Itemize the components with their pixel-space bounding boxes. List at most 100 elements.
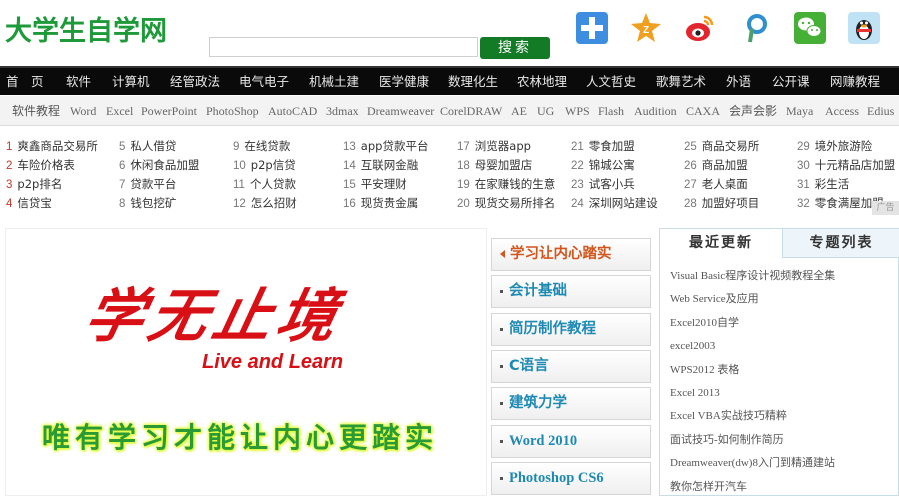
nav-item-languages[interactable]: 外语	[726, 68, 751, 95]
hot-link[interactable]: 4 信贷宝	[6, 194, 52, 213]
topic-menu-item[interactable]: 简历制作教程	[491, 313, 651, 346]
hot-link[interactable]: 16 现货贵金属	[343, 194, 418, 213]
hot-link[interactable]: 8 钱包挖矿	[119, 194, 176, 213]
hot-link[interactable]: 6 休闲食品加盟	[119, 156, 199, 175]
tab-topic-list[interactable]: 专题列表	[782, 229, 899, 258]
hot-link[interactable]: 22 锦城公寓	[571, 156, 635, 175]
wechat-icon[interactable]	[794, 12, 826, 44]
qzone-icon[interactable]: Z	[630, 12, 662, 44]
hot-link[interactable]: 5 私人借贷	[119, 137, 176, 156]
hot-link[interactable]: 30 十元精品店加盟	[797, 156, 895, 175]
hot-link[interactable]: 15 平安理财	[343, 175, 407, 194]
list-item[interactable]: 教你怎样开汽车	[670, 476, 898, 499]
hot-link[interactable]: 27 老人桌面	[684, 175, 748, 194]
plus-share-icon[interactable]	[576, 12, 608, 44]
nav-item-mechanical[interactable]: 机械土建	[309, 68, 359, 95]
hot-link[interactable]: 12 怎么招财	[233, 194, 297, 213]
list-item[interactable]: Web Service及应用	[670, 288, 898, 311]
hot-link[interactable]: 21 零食加盟	[571, 137, 635, 156]
topic-menu-item[interactable]: Word 2010	[491, 425, 651, 458]
hot-link[interactable]: 25 商品交易所	[684, 137, 759, 156]
hot-link[interactable]: 32 零食满屋加盟	[797, 194, 884, 213]
nav-item-economics-law[interactable]: 经管政法	[170, 68, 220, 95]
hot-link[interactable]: 20 现货交易所排名	[457, 194, 555, 213]
site-logo[interactable]: 大学生自学网	[5, 14, 167, 50]
search-input[interactable]	[209, 37, 478, 57]
list-item[interactable]: excel2003	[670, 335, 898, 358]
nav-item-home[interactable]: 首 页	[6, 68, 44, 95]
recent-updates-list: Visual Basic程序设计视频教程全集 Web Service及应用 Ex…	[670, 265, 898, 499]
topic-menu-item[interactable]: Photoshop CS6	[491, 462, 651, 495]
nav-item-open-courses[interactable]: 公开课	[772, 68, 810, 95]
subnav-item[interactable]: PowerPoint	[141, 96, 197, 126]
subnav-item[interactable]: Edius	[867, 96, 894, 126]
subnav-item[interactable]: AutoCAD	[268, 96, 317, 126]
hot-link[interactable]: 26 商品加盟	[684, 156, 748, 175]
hot-link[interactable]: 11 个人贷款	[233, 175, 296, 194]
hot-link[interactable]: 2 车险价格表	[6, 156, 75, 175]
topic-menu-item[interactable]: C语言	[491, 350, 651, 383]
list-item[interactable]: Visual Basic程序设计视频教程全集	[670, 265, 898, 288]
nav-item-software[interactable]: 软件	[66, 68, 91, 95]
topic-menu-item-active[interactable]: 学习让内心踏实	[491, 238, 651, 271]
subnav-item[interactable]: 软件教程	[12, 96, 60, 126]
hot-link[interactable]: 1 爽鑫商品交易所	[6, 137, 98, 156]
subnav-item[interactable]: CAXA	[686, 96, 720, 126]
page: 大学生自学网 搜索 Z 首 页 软件 计算机 经管政法 电气电子 机械土建 医学…	[0, 0, 899, 500]
nav-item-humanities[interactable]: 人文哲史	[586, 68, 636, 95]
hot-link[interactable]: 9 在线贷款	[233, 137, 290, 156]
subnav-item[interactable]: Word	[70, 96, 96, 126]
subnav-item[interactable]: CorelDRAW	[440, 96, 502, 126]
subnav-item[interactable]: UG	[537, 96, 554, 126]
subnav-item[interactable]: Access	[825, 96, 859, 126]
list-item[interactable]: Dreamweaver(dw)8入门到精通建站	[670, 452, 898, 475]
nav-item-agriculture[interactable]: 农林地理	[517, 68, 567, 95]
list-item[interactable]: Excel2010自学	[670, 312, 898, 335]
hot-link[interactable]: 19 在家赚钱的生意	[457, 175, 555, 194]
tab-recent-updates[interactable]: 最近更新	[660, 229, 782, 258]
nav-item-online-earning[interactable]: 网赚教程	[830, 68, 880, 95]
subnav-item[interactable]: 3dmax	[326, 96, 359, 126]
subnav-item[interactable]: Flash	[598, 96, 624, 126]
hot-link[interactable]: 17 浏览器app	[457, 137, 531, 156]
hot-link[interactable]: 3 p2p排名	[6, 175, 62, 194]
weibo-icon[interactable]	[684, 12, 716, 44]
hot-link[interactable]: 13 app贷款平台	[343, 137, 428, 156]
topic-menu-item[interactable]: 建筑力学	[491, 387, 651, 420]
list-item[interactable]: Excel VBA实战技巧精粹	[670, 405, 898, 428]
list-item[interactable]: WPS2012 表格	[670, 359, 898, 382]
hot-link[interactable]: 24 深圳网站建设	[571, 194, 658, 213]
hot-link-rank: 11	[233, 179, 245, 191]
hot-link[interactable]: 10 p2p信贷	[233, 156, 296, 175]
banner[interactable]: 学无止境 Live and Learn 唯有学习才能让内心更踏实	[5, 228, 487, 496]
subnav-item[interactable]: AE	[511, 96, 527, 126]
subnav-item[interactable]: 会声会影	[729, 96, 777, 126]
list-item[interactable]: 面试技巧-如何制作简历	[670, 429, 898, 452]
pinterest-icon[interactable]	[740, 12, 772, 44]
nav-item-electrical[interactable]: 电气电子	[239, 68, 289, 95]
hot-link[interactable]: 18 母婴加盟店	[457, 156, 532, 175]
subnav-item[interactable]: Dreamweaver	[367, 96, 434, 126]
hot-link[interactable]: 29 境外旅游险	[797, 137, 872, 156]
hot-link[interactable]: 31 彩生活	[797, 175, 849, 194]
topic-menu-item[interactable]: 会计基础	[491, 275, 651, 308]
nav-item-science[interactable]: 数理化生	[448, 68, 498, 95]
banner-subtitle: Live and Learn	[202, 351, 344, 373]
sub-nav: 软件教程 Word Excel PowerPoint PhotoShop Aut…	[0, 96, 899, 126]
nav-item-arts[interactable]: 歌舞艺术	[656, 68, 706, 95]
hot-link[interactable]: 23 试客小兵	[571, 175, 635, 194]
subnav-item[interactable]: WPS	[565, 96, 590, 126]
subnav-item[interactable]: Excel	[106, 96, 133, 126]
search-button[interactable]: 搜索	[480, 37, 550, 59]
list-item[interactable]: Excel 2013	[670, 382, 898, 405]
hot-link[interactable]: 28 加盟好项目	[684, 194, 759, 213]
subnav-item[interactable]: PhotoShop	[206, 96, 259, 126]
nav-item-medical[interactable]: 医学健康	[379, 68, 429, 95]
subnav-item[interactable]: Maya	[786, 96, 813, 126]
nav-item-computer[interactable]: 计算机	[112, 68, 150, 95]
hot-link-rank: 7	[119, 179, 126, 191]
hot-link[interactable]: 14 互联网金融	[343, 156, 418, 175]
subnav-item[interactable]: Audition	[634, 96, 677, 126]
qq-icon[interactable]	[848, 12, 880, 44]
hot-link[interactable]: 7 贷款平台	[119, 175, 176, 194]
